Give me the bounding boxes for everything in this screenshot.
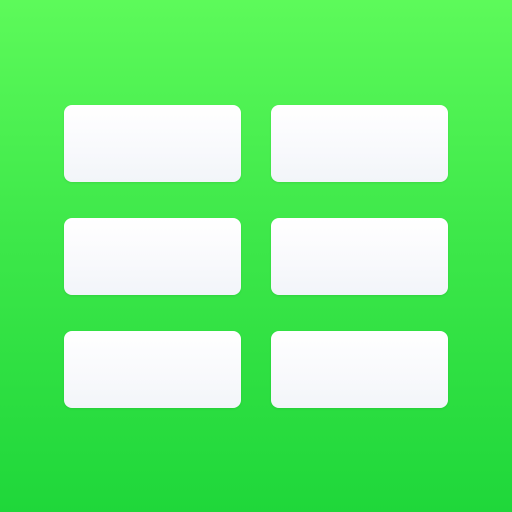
app-icon <box>0 0 512 512</box>
grid-tile-r3-c2 <box>271 331 448 408</box>
grid-icon <box>64 105 448 408</box>
grid-tile-r1-c1 <box>64 105 241 182</box>
grid-tile-r2-c1 <box>64 218 241 295</box>
grid-tile-r3-c1 <box>64 331 241 408</box>
grid-tile-r1-c2 <box>271 105 448 182</box>
grid-tile-r2-c2 <box>271 218 448 295</box>
